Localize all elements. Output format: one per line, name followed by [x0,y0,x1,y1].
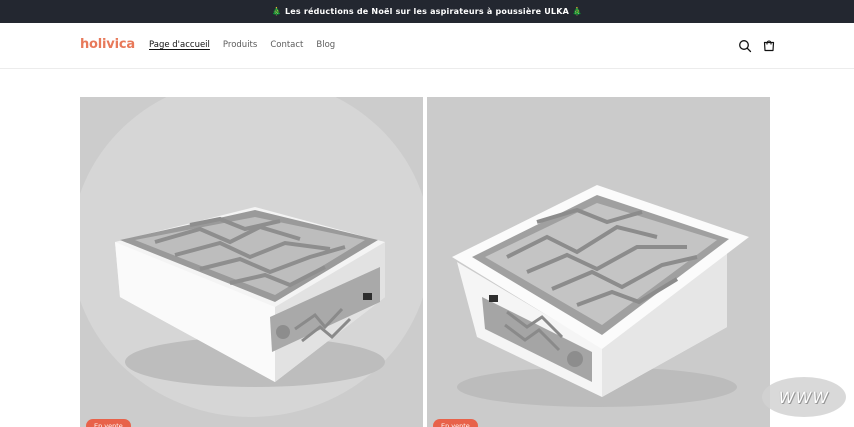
product-gallery: En vente En vente [80,97,770,427]
search-icon[interactable] [737,38,753,54]
product-image[interactable]: En vente [427,97,770,427]
cart-icon[interactable] [761,38,777,54]
nav-products[interactable]: Produits [223,40,257,50]
announcement-bar: 🎄 Les réductions de Noël sur les aspirat… [0,0,854,23]
logo[interactable]: holivica [80,37,135,52]
product-image[interactable]: En vente [80,97,423,427]
announcement-text: 🎄 Les réductions de Noël sur les aspirat… [271,7,583,16]
nav-blog[interactable]: Blog [316,40,335,50]
site-header: holivica Page d'accueil Produits Contact… [0,23,854,69]
nav-contact[interactable]: Contact [270,40,303,50]
sale-badge: En vente [86,419,131,427]
sale-badge: En vente [433,419,478,427]
nav-home[interactable]: Page d'accueil [149,40,210,50]
main-nav: Page d'accueil Produits Contact Blog [149,40,335,50]
watermark-logo: WWW [762,377,846,417]
watermark-text: WWW [778,387,830,407]
